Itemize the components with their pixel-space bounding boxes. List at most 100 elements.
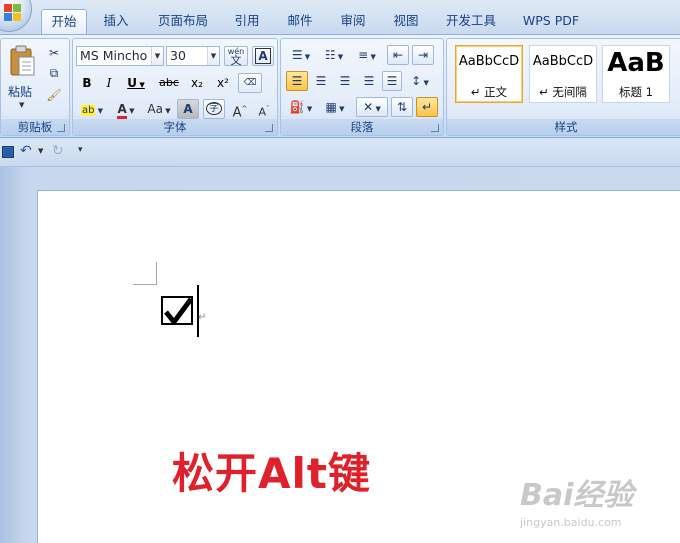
superscript-label: x² xyxy=(217,76,229,90)
tab-review[interactable]: 审阅 xyxy=(332,9,374,34)
justify-button[interactable]: ☰ xyxy=(358,71,380,91)
copy-button[interactable]: ⧉ xyxy=(43,63,65,83)
italic-label: I xyxy=(106,76,112,90)
format-painter-button[interactable]: 🖌 xyxy=(43,85,65,105)
clipboard-launcher-icon[interactable] xyxy=(57,124,65,132)
char-border-button[interactable]: A xyxy=(252,46,274,66)
enclose-char-button[interactable]: 字 xyxy=(203,99,225,119)
align-center-icon: ☰ xyxy=(315,74,327,88)
shrink-font-button[interactable]: Aˇ xyxy=(253,99,275,119)
align-center-button[interactable]: ☰ xyxy=(310,71,332,91)
checkbox-glyph xyxy=(161,296,194,325)
clear-formatting-button[interactable]: ⌫ xyxy=(238,73,262,93)
tab-mailings[interactable]: 邮件 xyxy=(278,9,322,34)
font-size-combo[interactable]: 30 ▼ xyxy=(166,46,220,66)
chevron-down-icon: ▼ xyxy=(336,105,345,113)
caret-up-icon: ^ xyxy=(241,105,248,113)
tab-references[interactable]: 引用 xyxy=(226,9,268,34)
caret-down-icon: ˇ xyxy=(266,105,270,113)
chevron-down-icon[interactable]: ▼ xyxy=(207,47,219,65)
redo-icon[interactable]: ↻ xyxy=(52,143,64,159)
distributed-button[interactable]: ☰ xyxy=(382,71,402,91)
tab-wps-pdf[interactable]: WPS PDF xyxy=(514,9,588,34)
chinese-layout-icon: ✕ xyxy=(363,100,374,114)
tab-developer[interactable]: 开发工具 xyxy=(436,9,506,34)
show-marks-button[interactable]: ↵ xyxy=(416,97,438,117)
change-case-button[interactable]: Aa ▼ xyxy=(143,99,175,119)
chevron-down-icon: ▼ xyxy=(302,53,311,61)
chevron-down-icon[interactable]: ▼ xyxy=(38,147,43,155)
char-shading-label: A xyxy=(183,102,193,116)
paste-label: 粘贴 xyxy=(8,85,33,99)
multilevel-list-icon: ≡ xyxy=(358,48,369,62)
subscript-label: x₂ xyxy=(191,76,203,90)
cut-button[interactable]: ✂ xyxy=(43,43,65,63)
style-name: ↵ 正文 xyxy=(470,85,508,99)
indent-icon: ⇥ xyxy=(417,48,429,62)
align-left-icon: ☰ xyxy=(291,74,303,88)
subscript-button[interactable]: x₂ xyxy=(185,73,209,93)
numbered-list-icon: ☷ xyxy=(324,48,336,62)
paintbrush-icon: 🖌 xyxy=(46,88,62,102)
increase-indent-button[interactable]: ⇥ xyxy=(412,45,434,65)
tab-home[interactable]: 开始 xyxy=(41,9,87,34)
decrease-indent-button[interactable]: ⇤ xyxy=(387,45,409,65)
bullet-list-icon: ☰ xyxy=(291,48,303,62)
paragraph-group: ☰ ▼ ☷ ▼ ≡ ▼ ⇤ ⇥ ☰ ☰ ☰ ☰ ☰ ↕ ▼ ⛽ ▼ ▦ ▼ ✕ … xyxy=(280,38,444,136)
line-spacing-button[interactable]: ↕ ▼ xyxy=(405,71,435,91)
multilevel-list-button[interactable]: ≡ ▼ xyxy=(352,45,382,65)
font-launcher-icon[interactable] xyxy=(265,124,273,132)
borders-button[interactable]: ▦ ▼ xyxy=(319,97,351,117)
paragraph-launcher-icon[interactable] xyxy=(431,124,439,132)
italic-button[interactable]: I xyxy=(99,73,119,93)
bold-label: B xyxy=(82,76,92,90)
align-left-button[interactable]: ☰ xyxy=(286,71,308,91)
paste-icon xyxy=(10,45,35,76)
bold-button[interactable]: B xyxy=(77,73,97,93)
superscript-button[interactable]: x² xyxy=(211,73,235,93)
underline-button[interactable]: U ▼ xyxy=(121,73,151,93)
highlight-button[interactable]: ab ▼ xyxy=(77,99,107,119)
justify-icon: ☰ xyxy=(363,74,375,88)
tab-insert[interactable]: 插入 xyxy=(94,9,138,34)
style-no-spacing[interactable]: AaBbCcD ↵ 无间隔 xyxy=(529,45,597,103)
style-sample: AaB xyxy=(607,48,665,78)
paste-button[interactable]: 粘贴 ▼ xyxy=(5,43,39,117)
font-family-combo[interactable]: MS Mincho ▼ xyxy=(76,46,164,66)
tab-page-layout[interactable]: 页面布局 xyxy=(148,9,218,34)
chinese-layout-button[interactable]: ✕ ▼ xyxy=(356,97,388,117)
chevron-down-icon[interactable]: ▼ xyxy=(151,47,163,65)
chevron-down-icon: ▼ xyxy=(421,79,429,87)
margin-corner-mark xyxy=(156,262,157,285)
numbering-button[interactable]: ☷ ▼ xyxy=(319,45,349,65)
chevron-down-icon: ▼ xyxy=(162,107,171,115)
baidu-watermark-url: jingyan.baidu.com xyxy=(520,516,622,529)
grow-font-button[interactable]: A^ xyxy=(229,99,251,120)
char-shading-button[interactable]: A xyxy=(177,99,199,119)
char-border-label: A xyxy=(255,48,271,64)
office-logo-icon xyxy=(4,4,12,12)
paint-bucket-icon: ⛽ xyxy=(289,100,305,114)
save-icon[interactable] xyxy=(2,146,14,158)
phonetic-char: 文 xyxy=(230,54,242,67)
office-button[interactable] xyxy=(0,0,32,32)
font-color-button[interactable]: A ▼ xyxy=(111,99,141,119)
undo-icon[interactable]: ↶ xyxy=(20,143,32,159)
distributed-icon: ☰ xyxy=(386,74,398,88)
chevron-down-icon: ▼ xyxy=(304,105,313,113)
text-cursor xyxy=(197,285,199,337)
phonetic-guide-button[interactable]: wén 文 xyxy=(224,46,248,66)
align-right-button[interactable]: ☰ xyxy=(334,71,356,91)
chevron-down-icon: ▼ xyxy=(19,101,25,109)
bullets-button[interactable]: ☰ ▼ xyxy=(286,45,316,65)
shading-button[interactable]: ⛽ ▼ xyxy=(286,97,316,117)
style-normal[interactable]: AaBbCcD ↵ 正文 xyxy=(455,45,523,103)
tab-view[interactable]: 视图 xyxy=(384,9,428,34)
strikethrough-button[interactable]: abc xyxy=(155,73,183,93)
chevron-down-icon: ▼ xyxy=(95,107,104,115)
underline-label: U xyxy=(127,76,137,90)
customize-toolbar-icon[interactable]: ▾ xyxy=(78,145,83,155)
style-heading-1[interactable]: AaB 标题 1 xyxy=(602,45,670,103)
sort-button[interactable]: ⇅ xyxy=(391,97,413,117)
chevron-down-icon: ▼ xyxy=(126,107,135,115)
